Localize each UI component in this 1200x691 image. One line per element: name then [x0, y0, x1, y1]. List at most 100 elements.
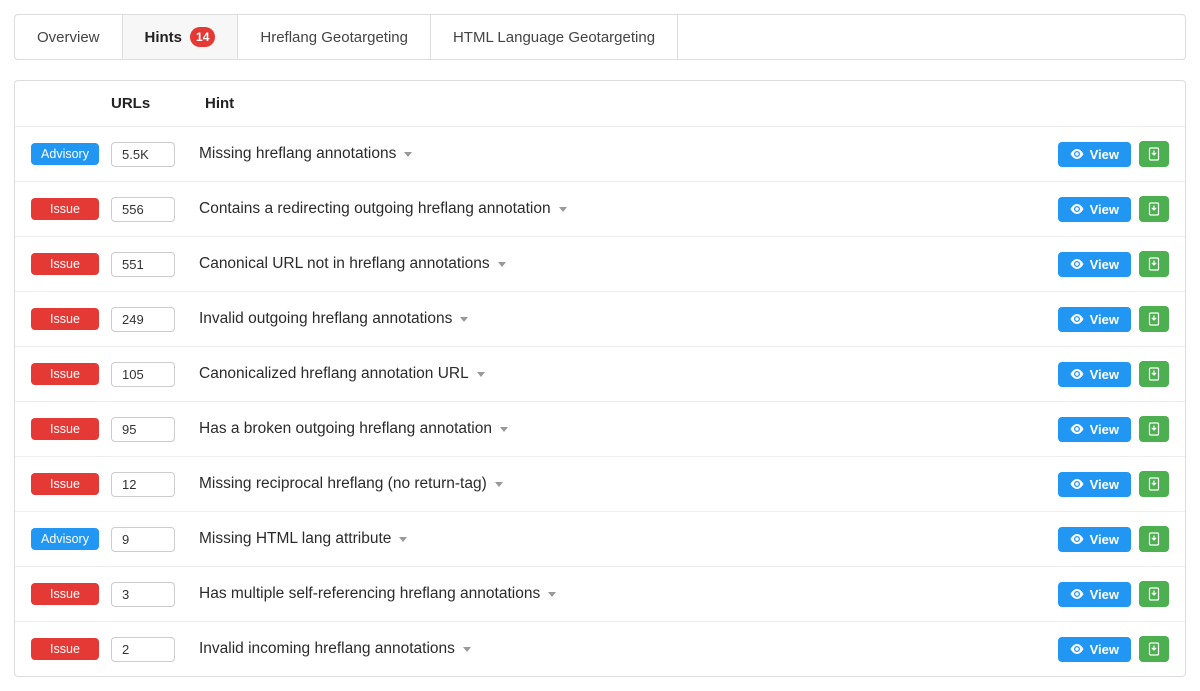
tab-label: Overview — [37, 29, 100, 46]
tab-hreflang-geotargeting[interactable]: Hreflang Geotargeting — [238, 15, 431, 59]
issue-badge: Issue — [31, 308, 99, 330]
url-count[interactable]: 556 — [111, 197, 175, 222]
url-count[interactable]: 5.5K — [111, 142, 175, 167]
issue-badge: Issue — [31, 638, 99, 660]
row-actions: View — [1058, 471, 1169, 497]
file-export-icon — [1147, 587, 1161, 601]
url-count[interactable]: 12 — [111, 472, 175, 497]
eye-icon — [1070, 369, 1084, 379]
export-button[interactable] — [1139, 196, 1169, 222]
chevron-down-icon — [460, 317, 468, 322]
advisory-badge: Advisory — [31, 528, 99, 550]
export-button[interactable] — [1139, 141, 1169, 167]
row-actions: View — [1058, 141, 1169, 167]
tab-label: Hints — [145, 29, 183, 46]
row-actions: View — [1058, 361, 1169, 387]
hint-text[interactable]: Missing hreflang annotations — [175, 145, 1058, 163]
export-button[interactable] — [1139, 361, 1169, 387]
issue-badge: Issue — [31, 198, 99, 220]
file-export-icon — [1147, 367, 1161, 381]
hint-text[interactable]: Missing HTML lang attribute — [175, 530, 1058, 548]
eye-icon — [1070, 644, 1084, 654]
file-export-icon — [1147, 257, 1161, 271]
row-actions: View — [1058, 416, 1169, 442]
hint-label: Has multiple self-referencing hreflang a… — [199, 585, 540, 603]
hint-label: Missing hreflang annotations — [199, 145, 396, 163]
chevron-down-icon — [477, 372, 485, 377]
issue-badge: Issue — [31, 363, 99, 385]
export-button[interactable] — [1139, 251, 1169, 277]
hints-panel: URLs Hint Advisory 5.5K Missing hreflang a… — [14, 80, 1186, 677]
tab-overview[interactable]: Overview — [15, 15, 123, 59]
chevron-down-icon — [399, 537, 407, 542]
view-button[interactable]: View — [1058, 252, 1131, 277]
url-count[interactable]: 105 — [111, 362, 175, 387]
view-button[interactable]: View — [1058, 582, 1131, 607]
table-row: Issue12Missing reciprocal hreflang (no r… — [15, 456, 1185, 511]
row-actions: View — [1058, 581, 1169, 607]
hint-text[interactable]: Missing reciprocal hreflang (no return-t… — [175, 475, 1058, 493]
view-label: View — [1090, 532, 1119, 547]
export-button[interactable] — [1139, 471, 1169, 497]
hint-text[interactable]: Invalid outgoing hreflang annotations — [175, 310, 1058, 328]
view-button[interactable]: View — [1058, 472, 1131, 497]
hint-text[interactable]: Canonical URL not in hreflang annotation… — [175, 255, 1058, 273]
view-label: View — [1090, 312, 1119, 327]
tab-label: HTML Language Geotargeting — [453, 29, 655, 46]
view-button[interactable]: View — [1058, 307, 1131, 332]
url-count[interactable]: 551 — [111, 252, 175, 277]
table-row: Issue551Canonical URL not in hreflang an… — [15, 236, 1185, 291]
header-hint: Hint — [191, 95, 1169, 112]
export-button[interactable] — [1139, 306, 1169, 332]
url-count[interactable]: 3 — [111, 582, 175, 607]
view-button[interactable]: View — [1058, 142, 1131, 167]
hint-text[interactable]: Contains a redirecting outgoing hreflang… — [175, 200, 1058, 218]
eye-icon — [1070, 259, 1084, 269]
view-label: View — [1090, 422, 1119, 437]
view-button[interactable]: View — [1058, 527, 1131, 552]
row-actions: View — [1058, 251, 1169, 277]
eye-icon — [1070, 479, 1084, 489]
hint-text[interactable]: Canonicalized hreflang annotation URL — [175, 365, 1058, 383]
row-actions: View — [1058, 636, 1169, 662]
view-button[interactable]: View — [1058, 197, 1131, 222]
url-count[interactable]: 9 — [111, 527, 175, 552]
view-button[interactable]: View — [1058, 417, 1131, 442]
table-header: URLs Hint — [15, 81, 1185, 126]
hint-text[interactable]: Invalid incoming hreflang annotations — [175, 640, 1058, 658]
eye-icon — [1070, 589, 1084, 599]
tab-html-language-geotargeting[interactable]: HTML Language Geotargeting — [431, 15, 678, 59]
view-button[interactable]: View — [1058, 637, 1131, 662]
table-row: Issue 105Canonicalized hreflang annotatio… — [15, 346, 1185, 401]
file-export-icon — [1147, 477, 1161, 491]
hint-label: Has a broken outgoing hreflang annotatio… — [199, 420, 492, 438]
export-button[interactable] — [1139, 416, 1169, 442]
hint-text[interactable]: Has a broken outgoing hreflang annotatio… — [175, 420, 1058, 438]
file-export-icon — [1147, 532, 1161, 546]
table-row: Issue 2Invalid incoming hreflang annotati… — [15, 621, 1185, 676]
advisory-badge: Advisory — [31, 143, 99, 165]
url-count[interactable]: 249 — [111, 307, 175, 332]
view-label: View — [1090, 367, 1119, 382]
url-count[interactable]: 95 — [111, 417, 175, 442]
tab-hints[interactable]: Hints 14 — [123, 15, 239, 59]
tab-badge: 14 — [190, 27, 215, 47]
hint-label: Canonical URL not in hreflang annotation… — [199, 255, 490, 273]
hint-label: Missing reciprocal hreflang (no return-t… — [199, 475, 487, 493]
eye-icon — [1070, 204, 1084, 214]
table-row: Advisory 9Missing HTML lang attribute View — [15, 511, 1185, 566]
export-button[interactable] — [1139, 526, 1169, 552]
hint-text[interactable]: Has multiple self-referencing hreflang a… — [175, 585, 1058, 603]
export-button[interactable] — [1139, 581, 1169, 607]
row-actions: View — [1058, 306, 1169, 332]
view-label: View — [1090, 642, 1119, 657]
table-row: Issue 556Contains a redirecting outgoing … — [15, 181, 1185, 236]
chevron-down-icon — [463, 647, 471, 652]
url-count[interactable]: 2 — [111, 637, 175, 662]
file-export-icon — [1147, 312, 1161, 326]
view-button[interactable]: View — [1058, 362, 1131, 387]
hint-label: Invalid outgoing hreflang annotations — [199, 310, 452, 328]
header-urls: URLs — [111, 95, 191, 112]
export-button[interactable] — [1139, 636, 1169, 662]
file-export-icon — [1147, 147, 1161, 161]
